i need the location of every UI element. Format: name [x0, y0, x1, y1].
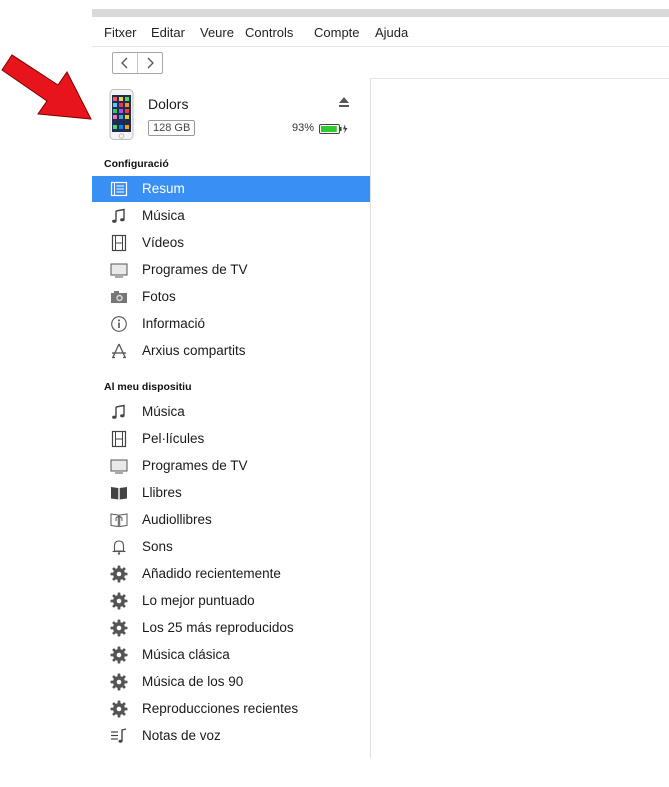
sidebar-item-playlist-top-25[interactable]: Los 25 más reproducidos	[92, 615, 370, 641]
sidebar-item-label: Música	[142, 404, 185, 419]
sidebar-item-label: Los 25 más reproducidos	[142, 620, 294, 635]
sidebar-item-label: Música clásica	[142, 647, 230, 662]
sidebar-item-musica[interactable]: Música	[92, 203, 370, 229]
device-capacity-badge: 128 GB	[148, 120, 196, 136]
film-icon	[110, 234, 128, 252]
sidebar-item-device-musica[interactable]: Música	[92, 399, 370, 425]
menu-ajuda[interactable]: Ajuda	[375, 25, 408, 40]
menu-editar[interactable]: Editar	[151, 25, 185, 40]
sidebar-divider	[370, 78, 371, 758]
sidebar-item-fotos[interactable]: Fotos	[92, 284, 370, 310]
summary-list-icon	[110, 180, 128, 198]
voice-memo-icon	[110, 727, 128, 745]
menu-bar: Fitxer Editar Veure Controls Compte Ajud…	[92, 17, 669, 47]
sidebar-item-label: Resum	[142, 181, 185, 196]
battery-charging-icon	[319, 124, 348, 134]
sidebar-item-label: Vídeos	[142, 235, 185, 250]
audiobook-icon	[110, 511, 128, 529]
book-icon	[110, 484, 128, 502]
sidebar-item-informacio[interactable]: Informació	[92, 311, 370, 337]
apps-icon	[110, 342, 128, 360]
device-name: Dolors	[148, 96, 189, 112]
sidebar-item-label: Pel·lícules	[142, 431, 205, 446]
sidebar-item-label: Lo mejor puntuado	[142, 593, 255, 608]
chevron-right-icon	[147, 57, 155, 69]
menu-veure[interactable]: Veure	[200, 25, 234, 40]
sidebar-item-resum[interactable]: Resum	[92, 176, 370, 202]
sidebar-item-label: Informació	[142, 316, 206, 331]
menu-fitxer[interactable]: Fitxer	[104, 25, 137, 40]
sidebar-item-label: Fotos	[142, 289, 176, 304]
sidebar-item-pellicules[interactable]: Pel·lícules	[92, 426, 370, 452]
forward-button[interactable]	[137, 53, 162, 73]
sidebar-item-label: Música de los 90	[142, 674, 244, 689]
sidebar-item-label: Sons	[142, 539, 173, 554]
navigation-buttons	[112, 52, 163, 74]
sidebar-item-playlist-anadido[interactable]: Añadido recientemente	[92, 561, 370, 587]
camera-icon	[110, 288, 128, 306]
tv-icon	[110, 261, 128, 279]
sidebar-item-label: Audiollibres	[142, 512, 212, 527]
smart-playlist-gear-icon	[110, 646, 128, 664]
sidebar-item-label: Programes de TV	[142, 458, 248, 473]
sidebar-item-llibres[interactable]: Llibres	[92, 480, 370, 506]
sidebar-item-label: Añadido recientemente	[142, 566, 281, 581]
music-note-icon	[110, 207, 128, 225]
sidebar-item-label: Música	[142, 208, 185, 223]
smart-playlist-gear-icon	[110, 700, 128, 718]
sidebar-item-sons[interactable]: Sons	[92, 534, 370, 560]
device-header[interactable]: Dolors 128 GB 93%	[92, 86, 370, 146]
sidebar-item-label: Llibres	[142, 485, 182, 500]
sidebar-item-videos[interactable]: Vídeos	[92, 230, 370, 256]
sidebar-item-playlist-musica-clasica[interactable]: Música clásica	[92, 642, 370, 668]
sidebar-item-label: Arxius compartits	[142, 343, 246, 358]
smart-playlist-gear-icon	[110, 673, 128, 691]
smart-playlist-gear-icon	[110, 619, 128, 637]
window-top-strip	[92, 9, 669, 17]
eject-icon[interactable]	[338, 96, 350, 108]
tv-icon	[110, 457, 128, 475]
chevron-left-icon	[121, 57, 128, 69]
film-icon	[110, 430, 128, 448]
sidebar-item-label: Notas de voz	[142, 728, 221, 743]
sidebar-item-playlist-musica-90[interactable]: Música de los 90	[92, 669, 370, 695]
sidebar-item-notas-de-voz[interactable]: Notas de voz	[92, 723, 370, 749]
section-title-al-meu-dispositiu: Al meu dispositiu	[104, 381, 192, 393]
sidebar-item-label: Programes de TV	[142, 262, 248, 277]
red-arrow-annotation	[1, 54, 92, 120]
sidebar-item-playlist-mejor-puntuado[interactable]: Lo mejor puntuado	[92, 588, 370, 614]
back-button[interactable]	[113, 53, 137, 73]
sidebar-item-programes-tv[interactable]: Programes de TV	[92, 257, 370, 283]
sidebar-item-audiollibres[interactable]: Audiollibres	[92, 507, 370, 533]
smart-playlist-gear-icon	[110, 592, 128, 610]
sidebar-item-device-programes-tv[interactable]: Programes de TV	[92, 453, 370, 479]
sidebar-item-playlist-reproducciones-recientes[interactable]: Reproducciones recientes	[92, 696, 370, 722]
info-icon	[110, 315, 128, 333]
section-title-configuracio: Configuració	[104, 158, 169, 170]
menu-controls[interactable]: Controls	[245, 25, 293, 40]
content-top-divider	[370, 78, 669, 79]
smart-playlist-gear-icon	[110, 565, 128, 583]
sidebar-item-label: Reproducciones recientes	[142, 701, 299, 716]
menu-compte[interactable]: Compte	[314, 25, 360, 40]
iphone-icon	[109, 89, 134, 140]
battery-percent: 93%	[292, 122, 315, 134]
bell-icon	[110, 538, 128, 556]
music-note-icon	[110, 403, 128, 421]
sidebar-item-arxius-compartits[interactable]: Arxius compartits	[92, 338, 370, 364]
